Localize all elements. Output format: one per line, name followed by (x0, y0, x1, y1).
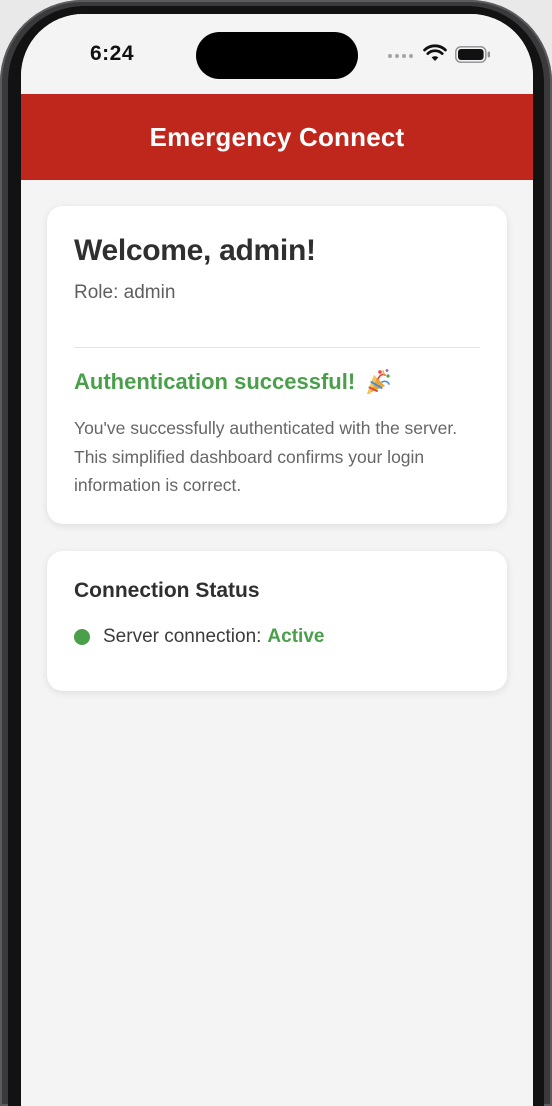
battery-icon (455, 46, 490, 63)
connection-status-heading: Connection Status (74, 579, 260, 602)
signal-dots-icon (388, 54, 413, 58)
app-title: Emergency Connect (149, 121, 405, 152)
app-header: Emergency Connect (21, 94, 533, 180)
auth-success-text: Authentication successful! (74, 369, 356, 394)
wifi-icon (423, 44, 447, 61)
server-connection-row: Server connection: Active (74, 626, 324, 648)
role-label: Role: admin (74, 282, 176, 303)
party-popper-icon (367, 369, 390, 394)
server-connection-label: Server connection: (103, 626, 262, 647)
status-time: 6:24 (90, 42, 135, 65)
auth-description: You've successfully authenticated with t… (74, 418, 458, 495)
welcome-card: Welcome, admin! Role: admin Authenticati… (47, 206, 507, 524)
server-connection-value: Active (267, 626, 325, 647)
auth-success-title: Authentication successful! (74, 367, 393, 397)
divider (74, 347, 480, 348)
dynamic-island (196, 32, 358, 79)
app-screen: 6:24 Emergency Connect Welcome, admin! R… (21, 14, 533, 1106)
connection-status-card: Connection Status Server connection: Act… (47, 551, 507, 691)
welcome-heading: Welcome, admin! (74, 234, 316, 267)
status-bar: 6:24 (21, 14, 533, 94)
status-dot-icon (74, 629, 90, 645)
